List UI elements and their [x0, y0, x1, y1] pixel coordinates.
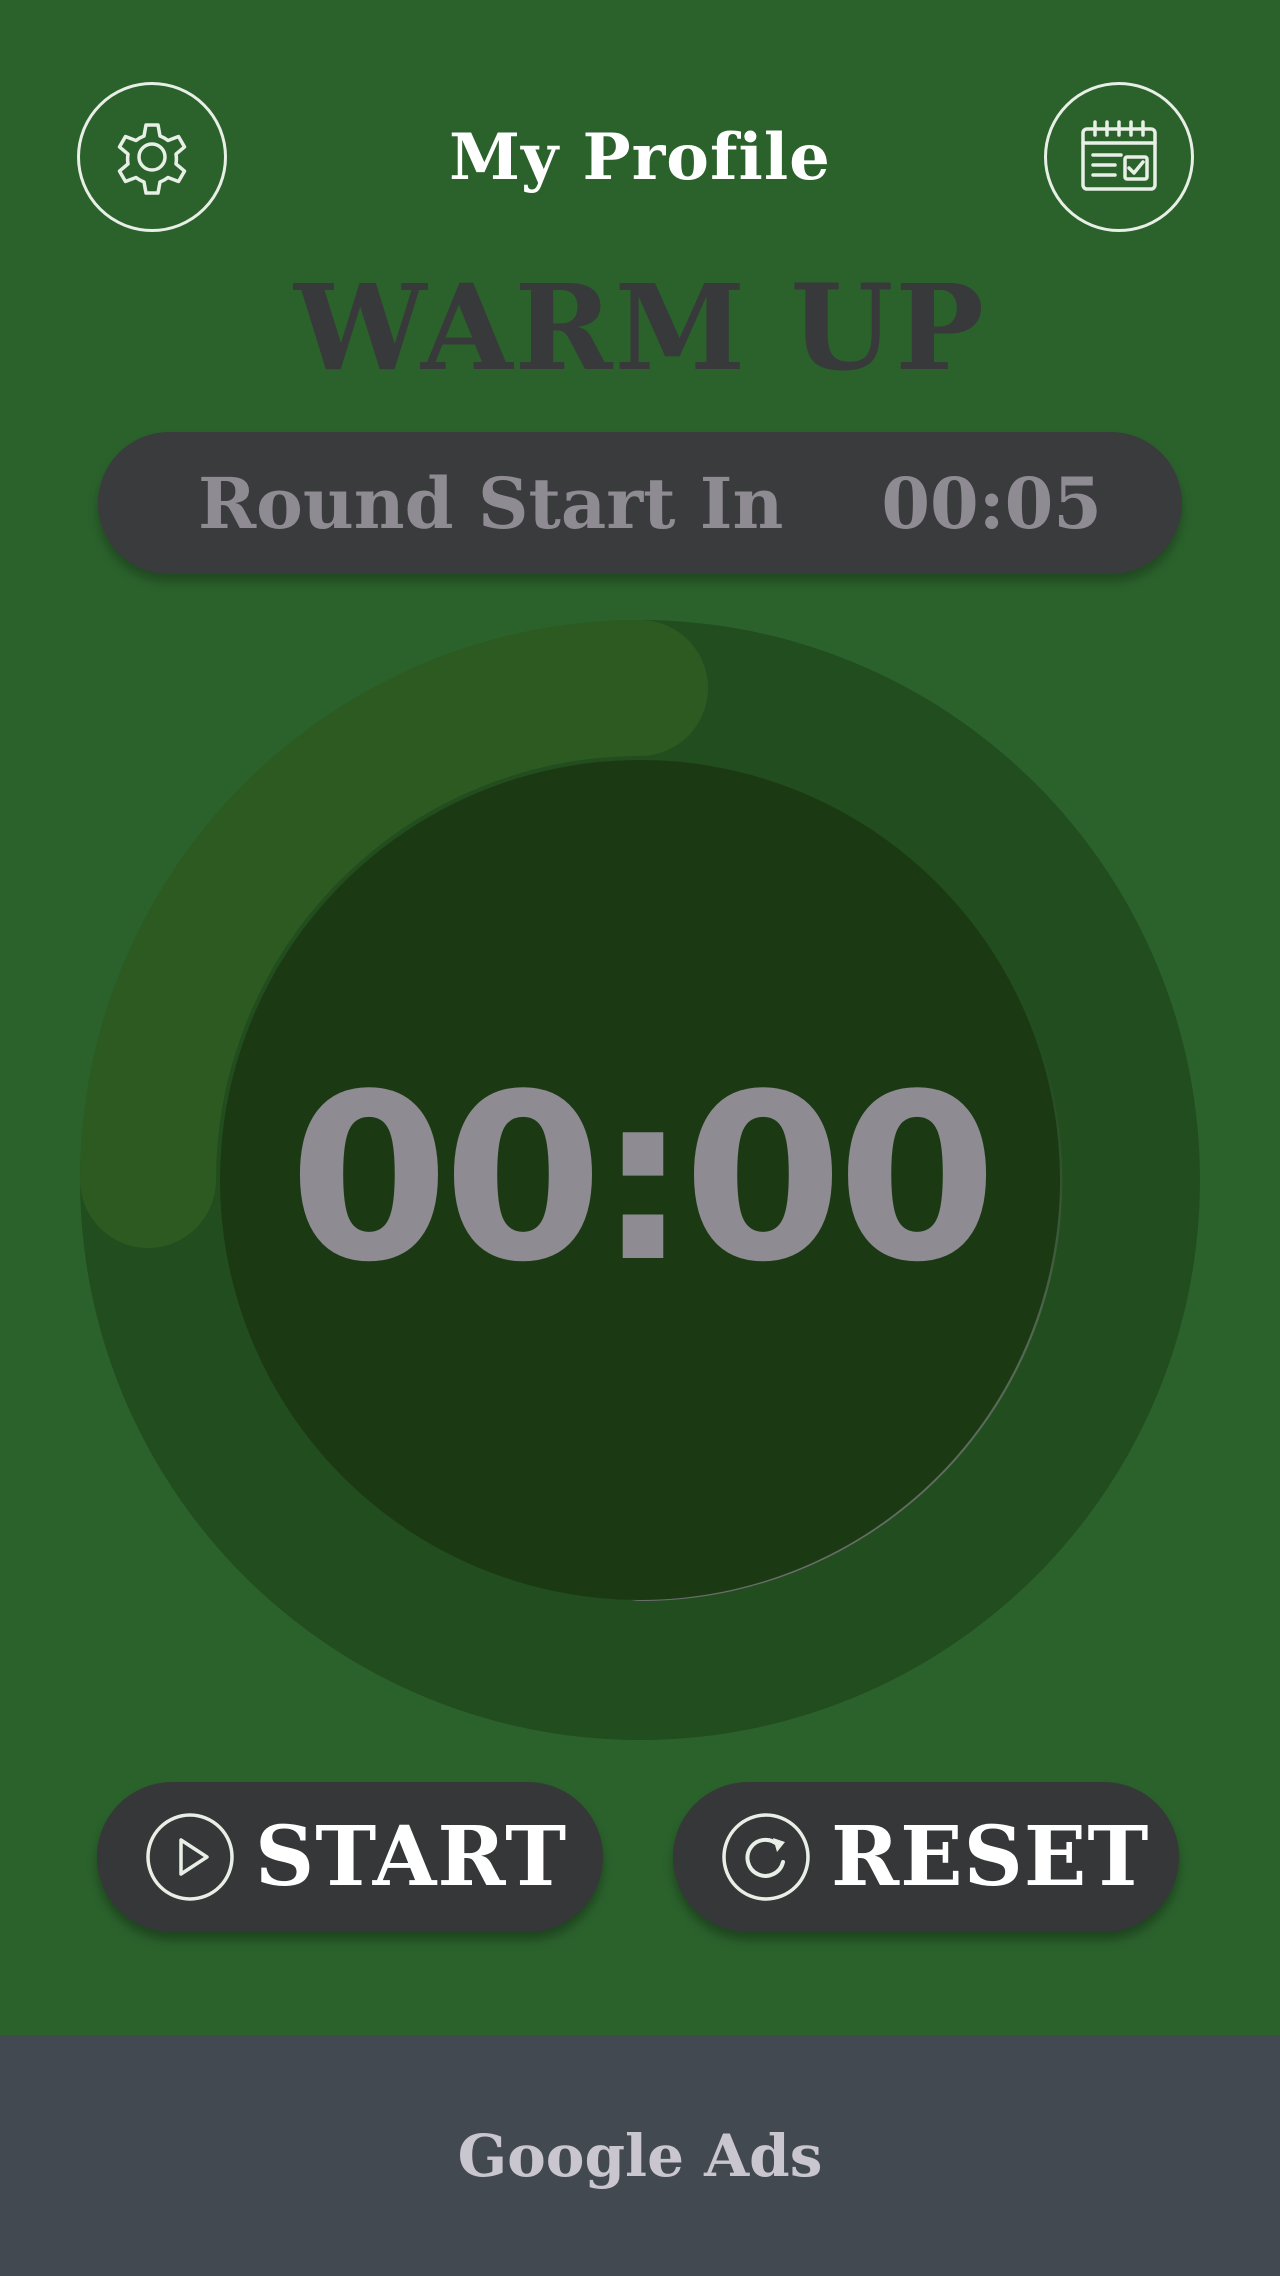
- start-button-label: START: [255, 1809, 568, 1905]
- play-icon: [145, 1812, 235, 1902]
- round-countdown-bar: Round Start In 00:05: [98, 432, 1182, 574]
- workout-phase: WARM UP: [294, 258, 986, 397]
- reset-icon: [721, 1812, 811, 1902]
- ad-banner-label: Google Ads: [457, 2121, 823, 2190]
- reset-button[interactable]: RESET: [673, 1782, 1179, 1932]
- timer-screen: My Profile WARM UP Round Start In 00:05: [0, 0, 1280, 2035]
- round-countdown: 00:05: [881, 462, 1102, 545]
- timer-display: 00:00: [288, 1046, 997, 1313]
- start-button[interactable]: START: [97, 1782, 603, 1932]
- round-label: Round Start In: [198, 462, 784, 545]
- ad-banner[interactable]: Google Ads: [0, 2035, 1280, 2276]
- calendar-check-icon: [1081, 120, 1157, 191]
- reset-button-label: RESET: [831, 1809, 1150, 1905]
- calendar-button[interactable]: [1044, 82, 1194, 232]
